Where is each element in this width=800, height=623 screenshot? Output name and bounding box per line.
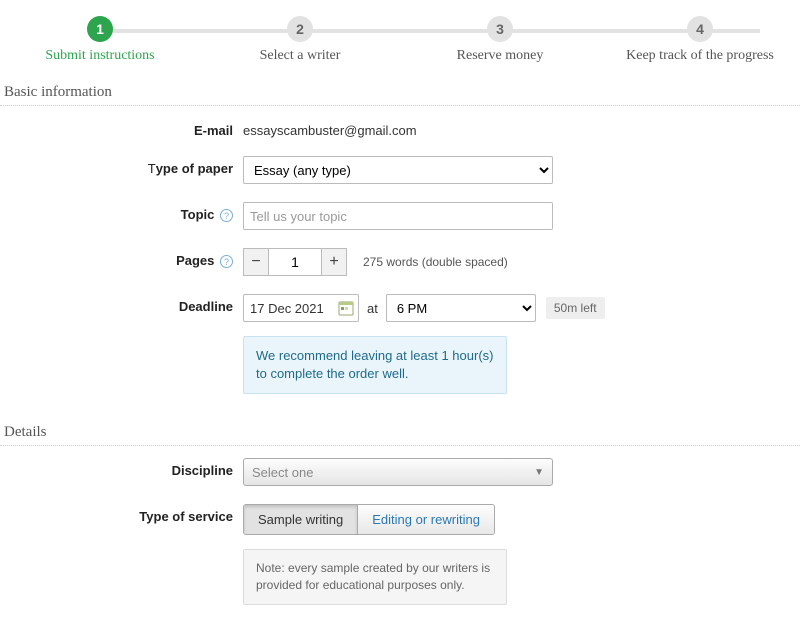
label-type-of-service: Type of service	[8, 504, 243, 524]
label-email: E-mail	[8, 118, 243, 138]
step-3-label: Reserve money	[400, 48, 600, 64]
step-1-circle: 1	[87, 16, 113, 42]
pages-note: 275 words (double spaced)	[363, 255, 508, 269]
step-4[interactable]: 4 Keep track of the progress	[600, 16, 800, 64]
at-label: at	[367, 301, 378, 316]
service-toggle: Sample writing Editing or rewriting	[243, 504, 495, 535]
topic-input[interactable]	[243, 202, 553, 230]
label-discipline: Discipline	[8, 458, 243, 478]
deadline-time-select[interactable]: 6 PM	[386, 294, 536, 322]
pages-stepper: − +	[243, 248, 347, 276]
type-of-paper-select[interactable]: Essay (any type)	[243, 156, 553, 184]
step-3-circle: 3	[487, 16, 513, 42]
help-icon[interactable]: ?	[220, 255, 233, 268]
step-1[interactable]: 1 Submit instructions	[0, 16, 200, 64]
pages-increment-button[interactable]: +	[321, 248, 347, 276]
pages-decrement-button[interactable]: −	[243, 248, 269, 276]
help-icon[interactable]: ?	[220, 209, 233, 222]
time-left-badge: 50m left	[546, 297, 605, 319]
step-4-circle: 4	[687, 16, 713, 42]
calendar-icon	[338, 300, 354, 316]
label-deadline: Deadline	[8, 294, 243, 314]
step-1-label: Submit instructions	[0, 48, 200, 64]
deadline-date-input[interactable]: 17 Dec 2021	[243, 294, 359, 322]
section-basic-title: Basic information	[0, 72, 800, 106]
label-type-of-paper: Type of paper	[8, 156, 243, 176]
step-2-circle: 2	[287, 16, 313, 42]
step-2[interactable]: 2 Select a writer	[200, 16, 400, 64]
chevron-down-icon: ▼	[534, 467, 544, 478]
deadline-date-value: 17 Dec 2021	[250, 301, 332, 316]
pages-input[interactable]	[269, 248, 321, 276]
service-editing-button[interactable]: Editing or rewriting	[357, 505, 494, 534]
section-details-title: Details	[0, 412, 800, 446]
label-topic: Topic ?	[8, 202, 243, 222]
progress-steps: 1 Submit instructions 2 Select a writer …	[0, 0, 800, 72]
email-value: essayscambuster@gmail.com	[243, 118, 800, 138]
deadline-recommendation: We recommend leaving at least 1 hour(s) …	[243, 336, 507, 394]
step-4-label: Keep track of the progress	[600, 48, 800, 64]
service-note: Note: every sample created by our writer…	[243, 549, 507, 605]
step-2-label: Select a writer	[200, 48, 400, 64]
step-3[interactable]: 3 Reserve money	[400, 16, 600, 64]
discipline-placeholder: Select one	[252, 465, 313, 480]
label-pages: Pages ?	[8, 248, 243, 268]
discipline-select[interactable]: Select one ▼	[243, 458, 553, 486]
service-sample-button[interactable]: Sample writing	[244, 505, 357, 534]
